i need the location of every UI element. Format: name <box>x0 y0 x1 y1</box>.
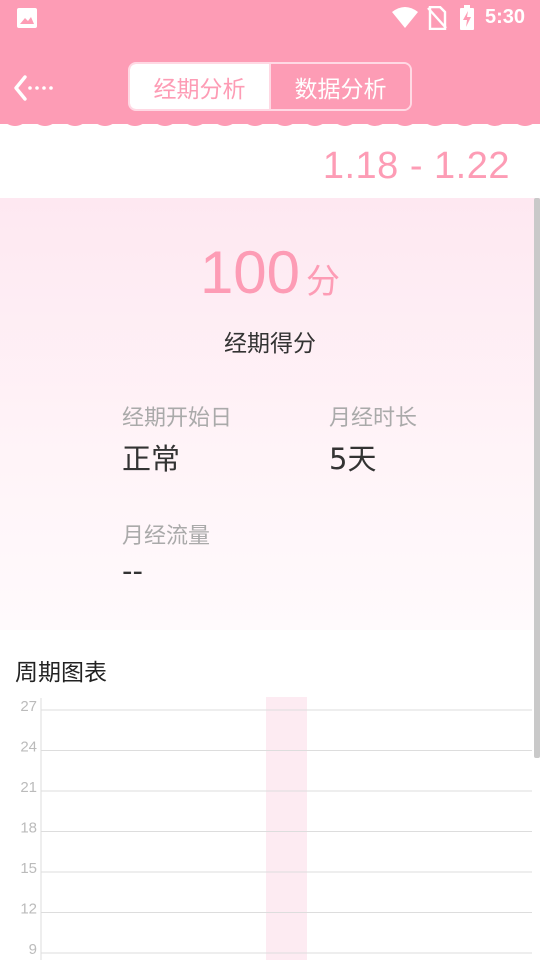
wifi-icon <box>392 7 418 28</box>
score-value: 100 <box>199 239 301 306</box>
score-label: 经期得分 <box>224 331 316 357</box>
status-time: 5:30 <box>485 6 526 28</box>
scrollbar[interactable] <box>534 198 540 758</box>
status-bar: 5:30 <box>0 0 540 38</box>
stat-start-day: 经期开始日 正常 <box>122 400 232 478</box>
y-tick-label: 12 <box>20 901 37 918</box>
stat-duration-label: 月经时长 <box>329 406 418 431</box>
y-tick-label: 15 <box>20 860 37 877</box>
header-scallop-edge <box>0 114 540 126</box>
y-tick-label: 27 <box>20 698 37 715</box>
y-tick-label: 24 <box>20 739 37 756</box>
stat-flow-label: 月经流量 <box>122 524 211 549</box>
analysis-tabs: 经期分析 数据分析 <box>128 62 412 111</box>
tab-data-analysis[interactable]: 数据分析 <box>269 64 410 109</box>
cycle-chart-title: 周期图表 <box>15 660 107 686</box>
image-icon <box>17 8 37 28</box>
stat-flow-value: -- <box>122 554 143 588</box>
stat-duration: 月经时长 5天 <box>329 400 417 478</box>
y-tick-label: 18 <box>20 820 37 837</box>
scallop-path <box>0 114 540 126</box>
cycle-chart: 27 24 21 18 15 12 9 <box>20 697 532 960</box>
no-sim-icon <box>427 6 447 30</box>
y-tick-label: 21 <box>20 779 37 796</box>
back-arrow-icon[interactable] <box>14 72 58 104</box>
y-tick-label: 9 <box>29 941 37 958</box>
tab-period-analysis[interactable]: 经期分析 <box>130 64 269 109</box>
score-display: 100 分 <box>0 238 540 307</box>
stat-start-day-value: 正常 <box>122 442 181 476</box>
stat-duration-value: 5天 <box>329 442 377 476</box>
stat-flow: 月经流量 -- <box>122 518 210 588</box>
period-highlight-bar <box>266 697 307 960</box>
battery-charging-icon <box>460 5 474 30</box>
stat-start-day-label: 经期开始日 <box>122 406 233 431</box>
period-date-range: 1.18 - 1.22 <box>322 145 510 187</box>
score-unit: 分 <box>306 262 341 302</box>
